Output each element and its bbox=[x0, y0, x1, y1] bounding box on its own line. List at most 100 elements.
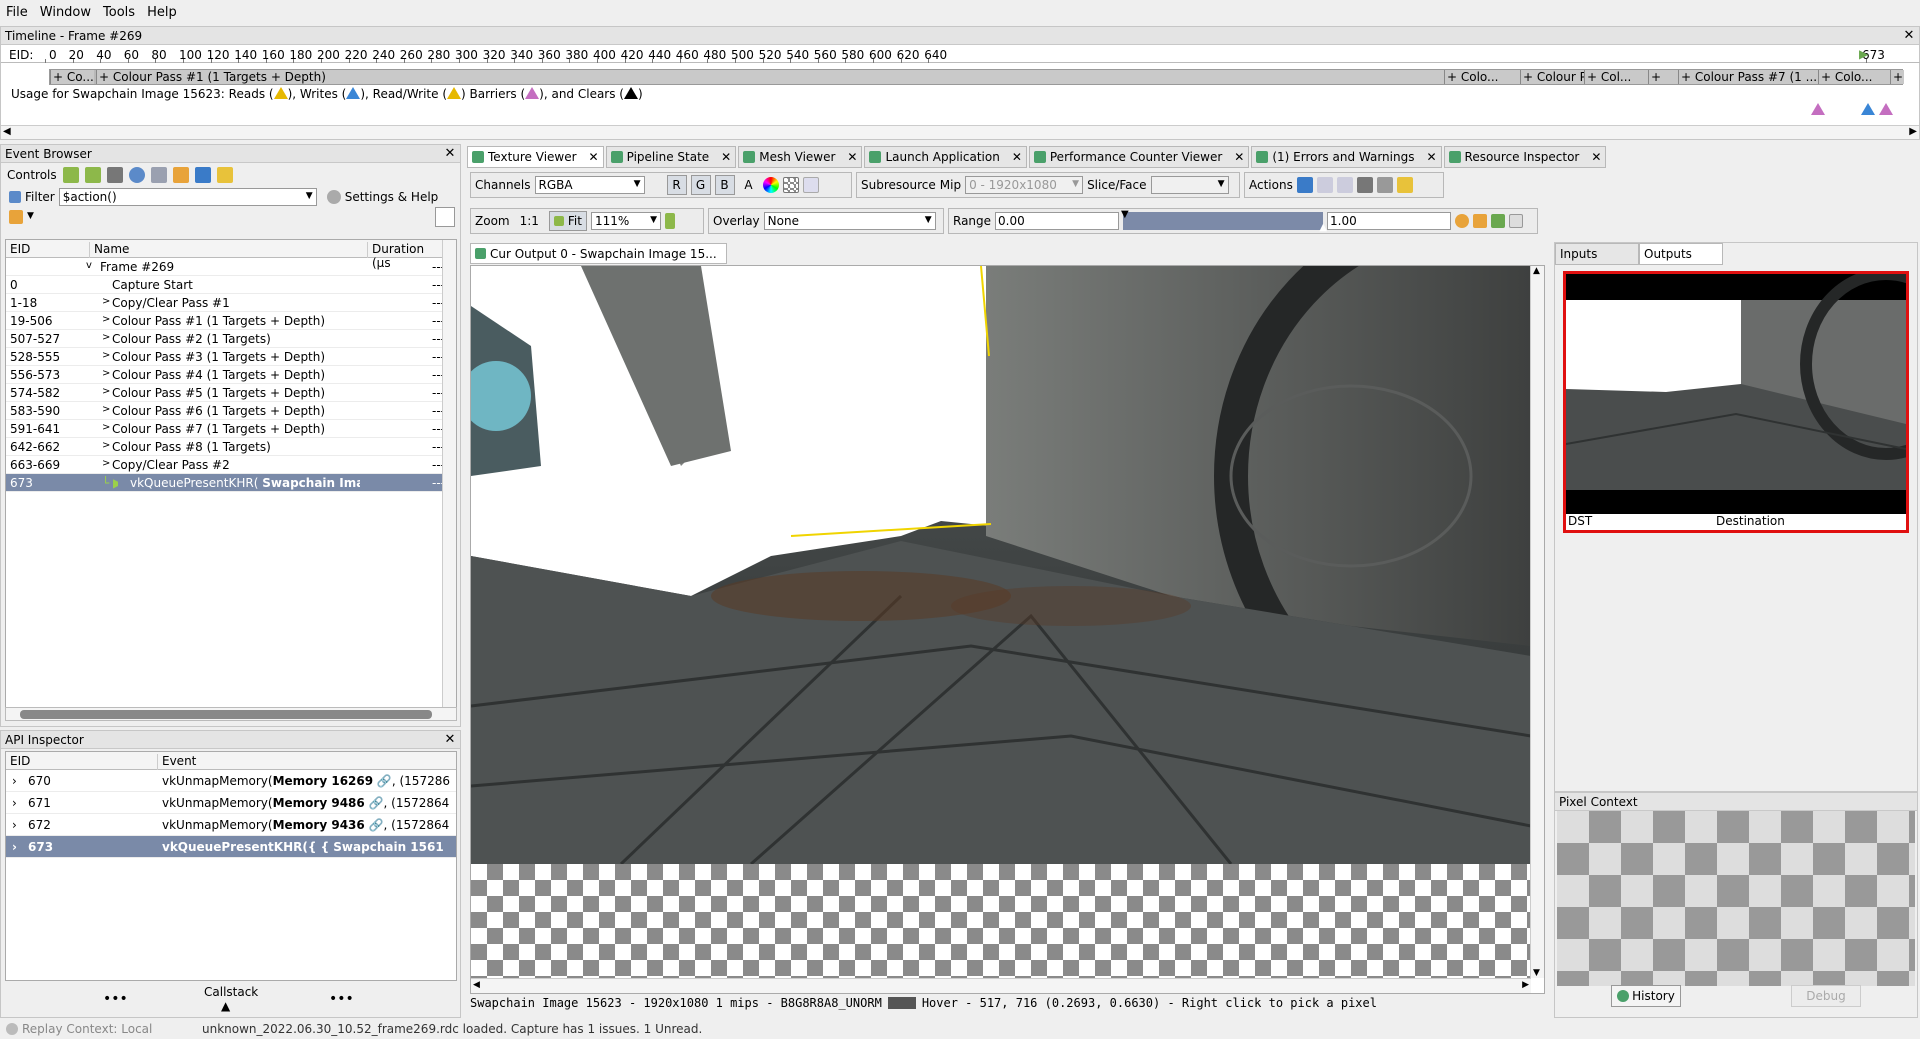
gamma-icon[interactable] bbox=[802, 177, 819, 193]
timeline-pass[interactable]: + Colo... bbox=[1444, 70, 1520, 84]
fit-button[interactable]: Fit bbox=[548, 211, 587, 231]
open-icon[interactable] bbox=[1336, 177, 1353, 193]
close-icon[interactable]: ✕ bbox=[443, 146, 457, 161]
usage-marker-icon[interactable] bbox=[1811, 103, 1825, 115]
debug-button[interactable]: Debug bbox=[1791, 985, 1861, 1007]
save-icon[interactable] bbox=[1296, 177, 1313, 193]
timeline-scrollbar[interactable]: ◀ ▶ bbox=[1, 125, 1919, 139]
output-thumbnail[interactable]: DST Destination bbox=[1563, 271, 1909, 533]
arrow-right-icon[interactable] bbox=[84, 167, 101, 183]
edit-icon[interactable] bbox=[435, 207, 455, 227]
channel-b-toggle[interactable]: B bbox=[714, 175, 735, 195]
table-row[interactable]: › 670 vkUnmapMemory(Memory 16269 🔗, (15728… bbox=[6, 770, 456, 792]
table-row[interactable]: 642-662 > Colour Pass #8 (1 Targets) --- bbox=[6, 438, 456, 456]
pixel-context-view[interactable] bbox=[1557, 811, 1915, 986]
range-histogram[interactable]: ▼ ▲ bbox=[1121, 209, 1327, 233]
timeline-pass[interactable]: + Colour Pass #7 (1 ... bbox=[1678, 70, 1818, 84]
channel-g-toggle[interactable]: G bbox=[690, 175, 711, 195]
table-row[interactable]: 556-573 > Colour Pass #4 (1 Targets + Dept… bbox=[6, 366, 456, 384]
chevron-right-icon[interactable]: › bbox=[12, 774, 17, 788]
close-icon[interactable]: ✕ bbox=[589, 150, 599, 164]
reset-icon[interactable] bbox=[1491, 214, 1506, 228]
timeline-pass[interactable]: + bbox=[1890, 70, 1904, 84]
histogram-icon[interactable] bbox=[1509, 214, 1524, 228]
table-row[interactable]: v Frame #269 --- bbox=[6, 258, 456, 276]
close-icon[interactable]: ✕ bbox=[1234, 150, 1244, 164]
timeline-pass[interactable]: + Colour P... bbox=[1520, 70, 1584, 84]
zoom-select[interactable]: 111% ▼ bbox=[590, 212, 661, 230]
arrow-left-icon[interactable] bbox=[62, 167, 79, 183]
timeline-ruler[interactable]: EID: 0 20 40 60 80 100 120 140 160 180 200 220 240 26… bbox=[1, 47, 1920, 63]
close-icon[interactable]: ✕ bbox=[1426, 150, 1436, 164]
link-icon[interactable] bbox=[1376, 177, 1393, 193]
col-eid[interactable]: EID bbox=[10, 242, 90, 258]
replay-context[interactable]: Replay Context: Local bbox=[22, 1022, 202, 1036]
table-row[interactable]: 663-669 > Copy/Clear Pass #2 --- bbox=[6, 456, 456, 474]
timeline-pass[interactable]: + bbox=[1648, 70, 1678, 84]
col-event[interactable]: Event bbox=[158, 754, 458, 770]
tab-mesh-viewer[interactable]: Mesh Viewer ✕ bbox=[738, 146, 863, 168]
table-row[interactable]: 1-18 > Copy/Clear Pass #1 --- bbox=[6, 294, 456, 312]
chevron-down-icon[interactable]: ▼ bbox=[27, 211, 34, 221]
tab-pipeline-state[interactable]: Pipeline State ✕ bbox=[605, 146, 737, 168]
close-icon[interactable]: ✕ bbox=[1012, 150, 1022, 164]
col-duration[interactable]: Duration (µs bbox=[368, 242, 444, 270]
color-wheel-icon[interactable] bbox=[762, 177, 779, 193]
range-max-input[interactable] bbox=[1327, 212, 1452, 230]
checker-icon[interactable] bbox=[782, 177, 799, 193]
status-message[interactable]: unknown_2022.06.30_10.52_frame269.rdc lo… bbox=[202, 1022, 702, 1036]
table-row[interactable]: › 671 vkUnmapMemory(Memory 9486 🔗, (157286… bbox=[6, 792, 456, 814]
table-row[interactable]: 528-555 > Colour Pass #3 (1 Targets + Dept… bbox=[6, 348, 456, 366]
close-icon[interactable]: ✕ bbox=[721, 150, 731, 164]
chevron-right-icon[interactable]: › bbox=[12, 818, 17, 832]
flip-icon[interactable] bbox=[664, 213, 675, 229]
range-max-handle[interactable]: ▲ bbox=[1319, 222, 1327, 233]
usage-marker-icon[interactable] bbox=[1861, 103, 1875, 115]
puzzle-icon[interactable] bbox=[216, 167, 233, 183]
overlay-select[interactable]: None ▼ bbox=[763, 212, 936, 230]
slice-select[interactable]: ▼ bbox=[1150, 176, 1229, 194]
timeline-pass[interactable]: + Colo... bbox=[1818, 70, 1890, 84]
zoom-1to1-button[interactable]: 1:1 bbox=[520, 214, 539, 228]
range-min-input[interactable] bbox=[995, 212, 1120, 230]
tab-performance-counter-viewer[interactable]: Performance Counter Viewer ✕ bbox=[1028, 146, 1250, 168]
close-icon[interactable]: ✕ bbox=[1902, 28, 1916, 43]
table-row[interactable]: 507-527 > Colour Pass #2 (1 Targets) --- bbox=[6, 330, 456, 348]
channel-r-toggle[interactable]: R bbox=[666, 175, 687, 195]
tab-outputs[interactable]: Outputs bbox=[1639, 243, 1723, 265]
channel-a-toggle[interactable]: A bbox=[739, 175, 759, 195]
menu-file[interactable]: File bbox=[6, 5, 28, 20]
tab-inputs[interactable]: Inputs bbox=[1555, 243, 1639, 265]
table-row[interactable]: 574-582 > Colour Pass #5 (1 Targets + Dept… bbox=[6, 384, 456, 402]
menu-tools[interactable]: Tools bbox=[103, 5, 135, 20]
copy-icon[interactable] bbox=[1316, 177, 1333, 193]
viewer-output-tab[interactable]: Cur Output 0 - Swapchain Image 15... bbox=[470, 243, 727, 264]
viewer-vscroll[interactable]: ▲ ▼ bbox=[1530, 266, 1544, 978]
puzzle-icon[interactable] bbox=[1396, 177, 1413, 193]
mip-select[interactable]: 0 - 1920x1080 ▼ bbox=[965, 176, 1084, 194]
bookmark-icon[interactable] bbox=[106, 167, 123, 183]
filter-input[interactable]: $action() ▼ bbox=[58, 188, 317, 206]
hscroll-thumb[interactable] bbox=[20, 710, 432, 719]
settings-help-button[interactable]: Settings & Help bbox=[345, 190, 439, 204]
clock-icon[interactable] bbox=[128, 167, 145, 183]
tab-texture-viewer[interactable]: Texture Viewer ✕ bbox=[467, 146, 604, 168]
viewer-hscroll[interactable]: ◀ ▶ bbox=[471, 978, 1531, 993]
callstack-toggle[interactable]: Callstack bbox=[204, 985, 258, 999]
table-row[interactable]: 591-641 > Colour Pass #7 (1 Targets + Dept… bbox=[6, 420, 456, 438]
range-min-handle[interactable]: ▼ bbox=[1121, 209, 1129, 220]
col-eid[interactable]: EID bbox=[10, 754, 158, 770]
wand-icon[interactable] bbox=[1473, 214, 1488, 228]
chart-icon[interactable] bbox=[150, 167, 167, 183]
timeline-pass[interactable]: + Col... bbox=[1584, 70, 1648, 84]
home-icon[interactable] bbox=[9, 210, 23, 224]
current-event-marker-icon[interactable]: ▶ bbox=[1859, 47, 1868, 61]
table-row[interactable]: 19-506 > Colour Pass #1 (1 Targets + Depth… bbox=[6, 312, 456, 330]
timeline-pass[interactable]: + Co... bbox=[50, 70, 94, 84]
table-row[interactable]: › 673 vkQueuePresentKHR({ { Swapchain 1561 bbox=[6, 836, 456, 858]
menu-window[interactable]: Window bbox=[40, 5, 91, 20]
usage-marker-icon[interactable] bbox=[1879, 103, 1893, 115]
chevron-right-icon[interactable]: › bbox=[12, 796, 17, 810]
tab-resource-inspector[interactable]: Resource Inspector ✕ bbox=[1443, 146, 1607, 168]
texture-viewer[interactable]: ▲ ▼ ◀ ▶ bbox=[470, 265, 1545, 994]
